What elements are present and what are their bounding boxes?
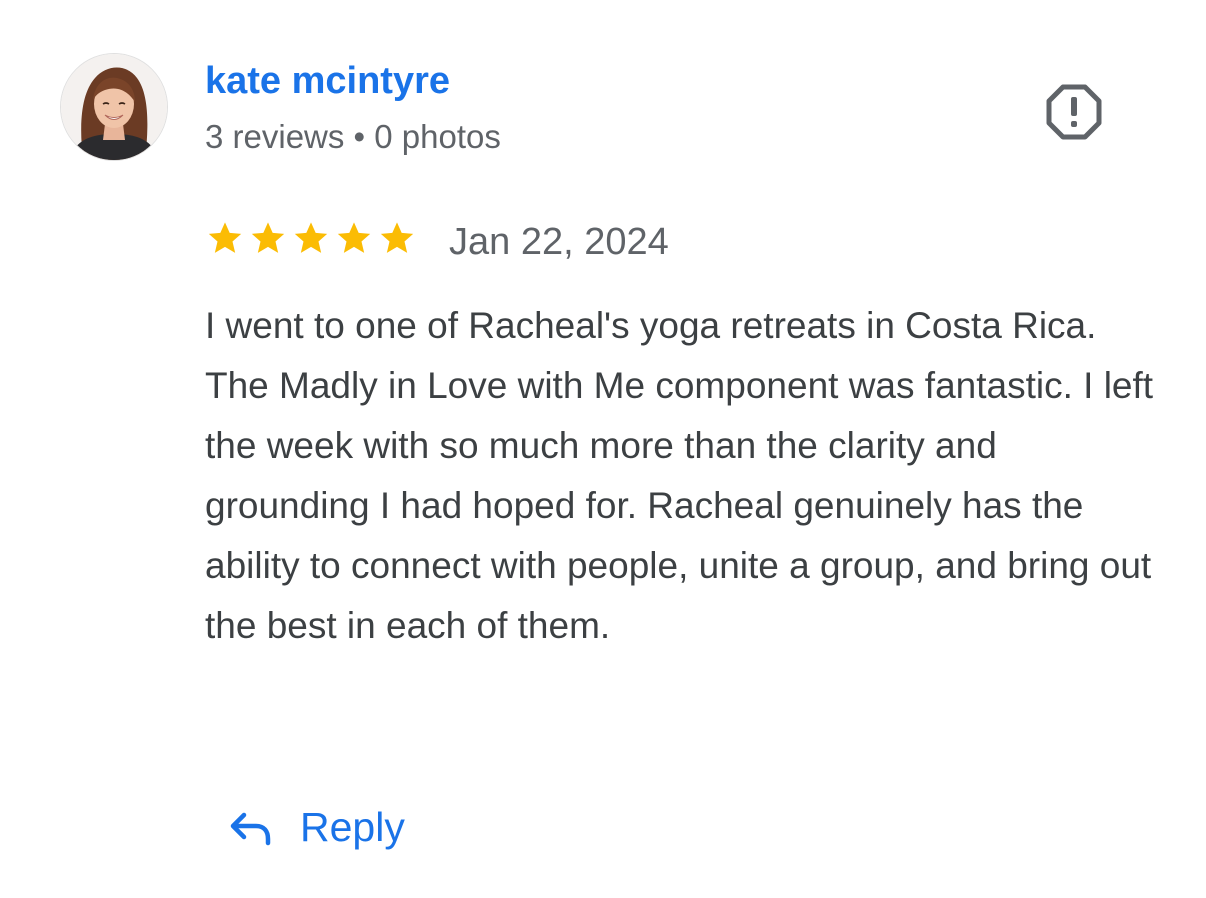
report-icon[interactable] [1044,82,1104,142]
star-icon [380,222,414,253]
reviewer-name[interactable]: kate mcintyre [205,58,450,104]
star-icon [337,222,371,253]
reply-label: Reply [300,804,405,850]
reviewer-meta: 3 reviews • 0 photos [205,118,501,155]
avatar-photo [61,54,167,160]
review-date: Jan 22, 2024 [449,221,669,263]
star-rating [205,218,417,258]
star-icon [251,222,285,253]
reply-button[interactable]: Reply [226,792,405,862]
reviewer-avatar[interactable] [60,53,168,161]
star-icon [294,222,328,253]
reply-arrow-icon [230,812,271,846]
star-icon [208,222,242,253]
review-text: I went to one of Racheal's yoga retreats… [205,305,1154,646]
